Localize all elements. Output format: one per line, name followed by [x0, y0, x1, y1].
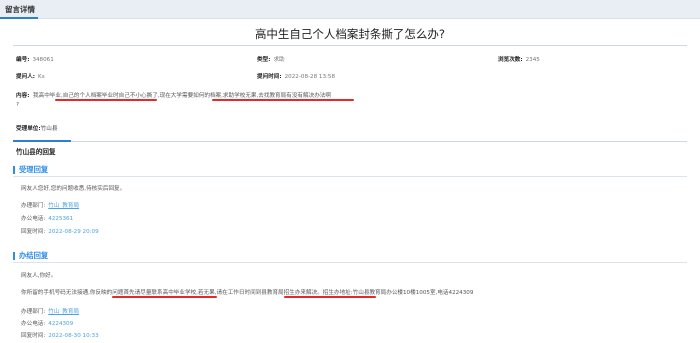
unit-divider	[13, 141, 687, 142]
content-text-tail: ?	[16, 102, 19, 108]
handling-unit: 受理单位:竹山县	[16, 126, 58, 132]
unit-divider-accent	[13, 140, 71, 142]
meta-time: 提问时间: 2022-08-28 13:58	[257, 74, 336, 80]
meta-author: 提问人: Ks	[16, 74, 45, 80]
finish-reply-heading: 办结回复	[13, 252, 48, 260]
accept-reply-heading: 受理回复	[13, 166, 48, 174]
accept-divider	[13, 176, 687, 177]
annotation-underline	[212, 99, 354, 101]
dept-link[interactable]: 竹山_教育局	[48, 203, 79, 209]
finish-phone: 办公电话: 4224309	[21, 321, 74, 327]
meta-views: 浏览次数: 2345	[498, 57, 540, 63]
finish-dept: 办理部门: 竹山_教育局	[21, 309, 80, 315]
annotation-underline	[112, 296, 217, 298]
page-header-underline	[0, 17, 38, 19]
title-divider	[13, 45, 687, 46]
page-header-label: 留言详情	[5, 5, 35, 14]
accept-dept: 办理部门: 竹山_教育局	[21, 203, 80, 209]
reply-section-title: 竹山县的回复	[16, 148, 56, 156]
page-title: 高中生自己个人档案封条撕了怎么办?	[254, 27, 446, 41]
annotation-underline	[55, 99, 157, 101]
content-label: 内容:	[16, 93, 30, 99]
finish-greeting: 网友人,你好。	[21, 273, 57, 279]
page-header: 留言详情	[0, 0, 700, 19]
accept-reply-body: 网友人您好,您的问题收悉,待核实后回复。	[21, 186, 126, 192]
accept-time: 回复时间: 2022-08-29 20:09	[21, 229, 99, 235]
finish-divider	[13, 262, 687, 263]
meta-type: 类型: 求助	[257, 57, 285, 63]
content-text: 我高中毕业,自己的个人档案毕业时自己不小心撕了,现在大学需要如何的档案,求助学校…	[33, 93, 331, 99]
dept-link[interactable]: 竹山_教育局	[48, 309, 79, 315]
finish-reply-body: 你所留的手机号码无法接通,你反映的问题首先请尽量联系高中毕业学校,若无果,请在工…	[21, 290, 474, 296]
finish-time: 回复时间: 2022-08-30 10:33	[21, 333, 99, 339]
annotation-underline	[284, 296, 376, 298]
accept-phone: 办公电话: 4225361	[21, 216, 74, 222]
meta-id: 编号: 348061	[16, 57, 54, 63]
